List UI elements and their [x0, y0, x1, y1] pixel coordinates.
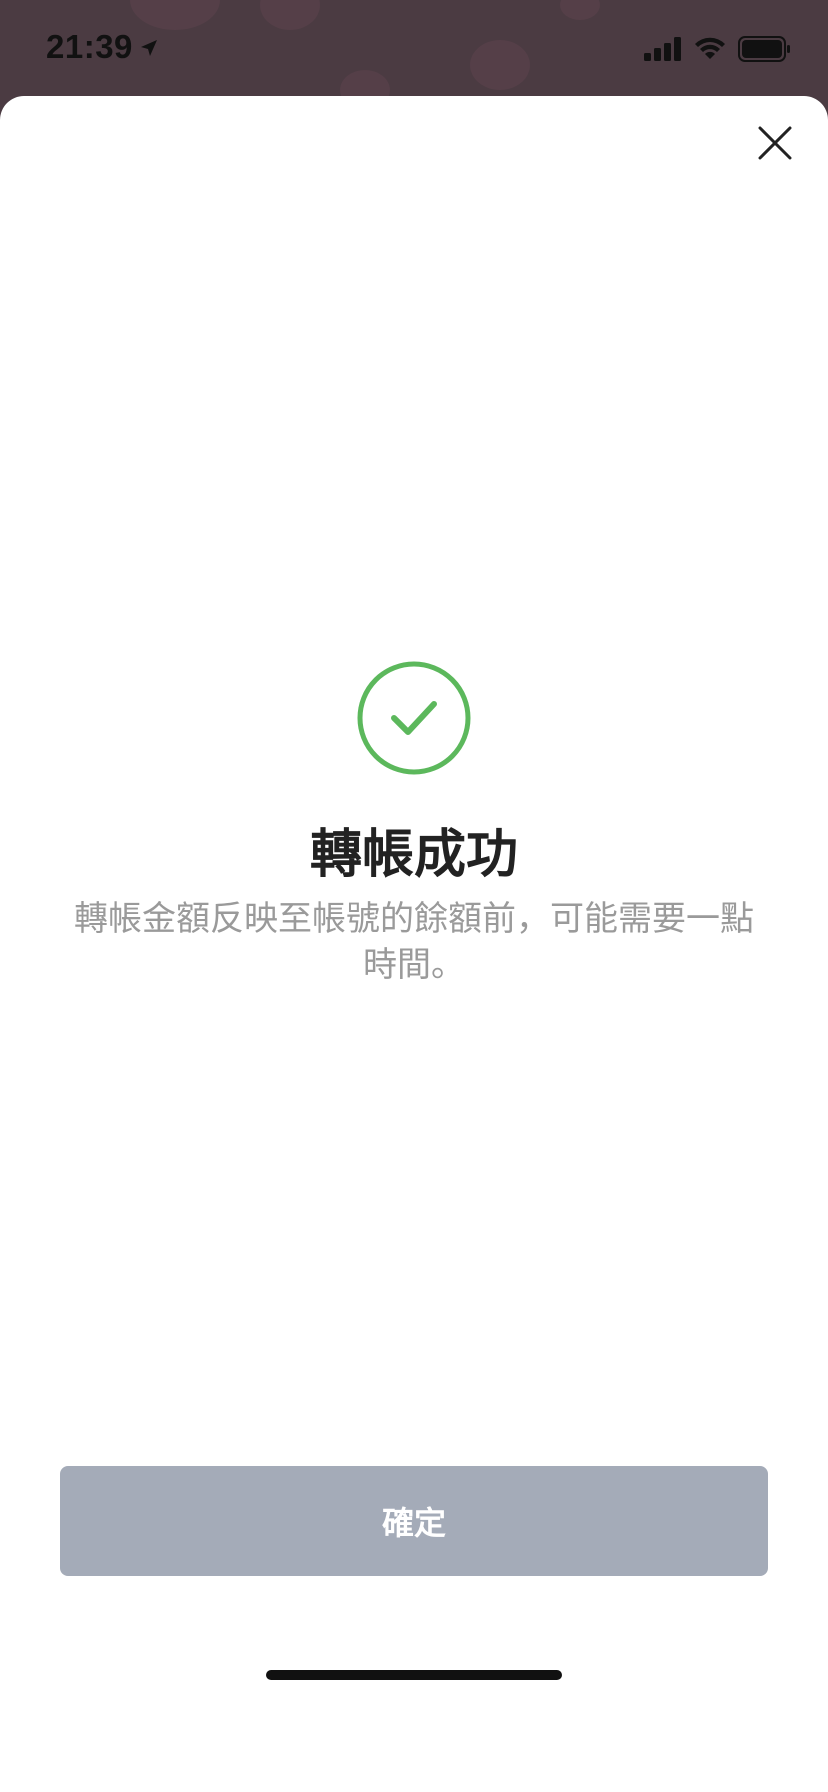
battery-icon	[738, 36, 792, 66]
wifi-icon	[694, 37, 726, 65]
cellular-signal-icon	[644, 37, 682, 65]
confirm-button[interactable]: 確定	[60, 1466, 768, 1576]
location-arrow-icon	[139, 28, 159, 66]
status-icons	[644, 36, 792, 66]
close-button[interactable]	[750, 120, 800, 170]
home-indicator	[266, 1670, 562, 1680]
close-icon	[757, 125, 793, 165]
check-circle-icon	[356, 660, 472, 776]
status-time-text: 21:39	[46, 28, 133, 65]
status-bar: 21:39	[0, 0, 828, 100]
status-time: 21:39	[46, 28, 159, 66]
success-title: 轉帳成功	[309, 825, 518, 885]
success-message: 轉帳金額反映至帳號的餘額前，可能需要一點時間。	[74, 899, 754, 985]
